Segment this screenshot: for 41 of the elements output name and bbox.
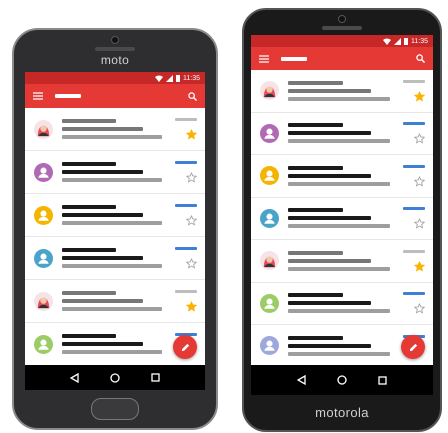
title-bar: [281, 56, 307, 60]
star-icon[interactable]: [186, 215, 197, 226]
star-icon[interactable]: [414, 303, 425, 314]
menu-icon[interactable]: [259, 54, 269, 62]
avatar-icon: [34, 292, 53, 310]
star-icon[interactable]: [414, 218, 425, 230]
star-icon[interactable]: [414, 176, 425, 187]
camera-icon: [111, 36, 119, 44]
pencil-icon: [180, 342, 190, 352]
avatar-icon: [260, 251, 279, 270]
star-icon[interactable]: [186, 258, 197, 269]
back-icon[interactable]: [296, 375, 306, 385]
home-icon[interactable]: [336, 375, 347, 385]
wifi-icon: [155, 74, 163, 82]
speaker-grille: [322, 26, 362, 30]
home-button[interactable]: [91, 398, 139, 420]
star-icon[interactable]: [414, 260, 425, 272]
battery-icon: [176, 74, 180, 82]
brand-logo: motorola: [315, 406, 369, 419]
star-icon[interactable]: [186, 129, 197, 140]
home-icon[interactable]: [110, 372, 120, 382]
title-bar: [55, 94, 81, 98]
search-icon[interactable]: [416, 54, 425, 63]
avatar-icon: [260, 81, 279, 100]
star-icon[interactable]: [414, 90, 425, 102]
search-icon[interactable]: [188, 92, 197, 100]
star-icon[interactable]: [414, 133, 425, 144]
avatar-icon: [34, 120, 53, 138]
menu-icon[interactable]: [33, 92, 43, 100]
signal-icon: [394, 38, 401, 44]
camera-icon: [338, 15, 346, 23]
pencil-icon: [408, 342, 418, 352]
brand-logo: moto: [100, 54, 130, 66]
wifi-icon: [383, 38, 391, 44]
recents-icon[interactable]: [150, 373, 160, 382]
star-icon[interactable]: [186, 172, 197, 183]
recents-icon[interactable]: [378, 376, 388, 384]
back-icon[interactable]: [70, 372, 80, 382]
battery-icon: [404, 38, 408, 44]
signal-icon: [166, 74, 173, 82]
star-icon[interactable]: [186, 301, 197, 312]
